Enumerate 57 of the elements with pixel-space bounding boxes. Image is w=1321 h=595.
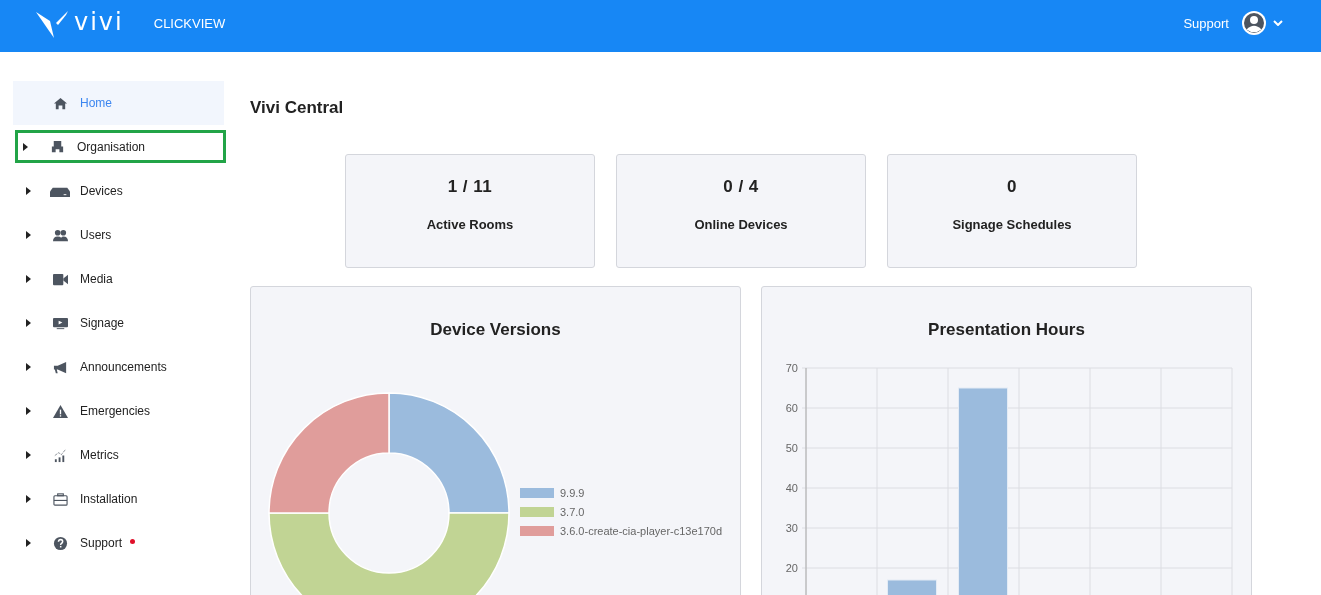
caret-icon[interactable]: [26, 187, 31, 195]
y-tick-label: 20: [785, 562, 798, 574]
legend-swatch: [520, 488, 554, 498]
chart-title: Presentation Hours: [927, 320, 1086, 340]
warning-icon: [52, 403, 68, 419]
caret-icon[interactable]: [26, 275, 31, 283]
legend-swatch: [520, 507, 554, 517]
toolbox-icon: [52, 491, 68, 507]
y-tick-label: 40: [785, 482, 798, 494]
help-icon: [52, 535, 68, 551]
caret-icon[interactable]: [26, 231, 31, 239]
chevron-down-icon[interactable]: [1273, 20, 1283, 26]
screen-icon: [52, 315, 68, 331]
stat-value: 0 / 4: [723, 177, 759, 197]
megaphone-icon: [52, 359, 68, 375]
legend-label: 3.7.0: [560, 506, 585, 518]
caret-icon[interactable]: [26, 363, 31, 371]
sidebar-item[interactable]: Media: [13, 257, 224, 301]
chart-title: Device Versions: [429, 320, 562, 340]
caret-icon[interactable]: [23, 142, 28, 151]
stat-label: Active Rooms: [426, 217, 514, 232]
caret-icon[interactable]: [26, 495, 31, 503]
y-tick-label: 50: [785, 442, 798, 454]
sidebar-item[interactable]: Installation: [13, 477, 224, 521]
users-icon: [52, 227, 68, 243]
sidebar-item[interactable]: Organisation: [15, 130, 226, 163]
sidebar-item[interactable]: Signage: [13, 301, 224, 345]
sidebar-item[interactable]: Support: [13, 521, 224, 565]
y-tick-label: 70: [785, 362, 798, 374]
support-link[interactable]: Support: [1183, 15, 1229, 31]
sidebar-item[interactable]: Announcements: [13, 345, 224, 389]
y-tick-label: 60: [785, 402, 798, 414]
building-icon: [49, 139, 65, 154]
caret-icon[interactable]: [26, 451, 31, 459]
y-tick-label: 30: [785, 522, 798, 534]
logo-icon: [36, 9, 70, 39]
sidebar-item[interactable]: Metrics: [13, 433, 224, 477]
caret-icon[interactable]: [26, 539, 31, 547]
stat-label: Signage Schedules: [952, 217, 1072, 232]
user-avatar-icon[interactable]: [1241, 10, 1267, 36]
stat-value: 0: [1007, 177, 1017, 197]
organisation-name: CLICKVIEW: [153, 15, 226, 31]
sidebar-item[interactable]: Users: [13, 213, 224, 257]
page-title: Vivi Central: [250, 98, 345, 118]
stat-value: 1 / 11: [447, 177, 493, 197]
sidebar-item[interactable]: Devices: [13, 169, 224, 213]
legend-swatch: [520, 526, 554, 536]
caret-icon[interactable]: [26, 407, 31, 415]
stat-label: Online Devices: [694, 217, 788, 232]
sidebar-item[interactable]: Emergencies: [13, 389, 224, 433]
video-camera-icon: [52, 271, 68, 287]
bar: [887, 579, 937, 595]
legend-label: 3.6.0-create-cia-player-c13e170d: [560, 525, 723, 537]
home-icon: [52, 95, 68, 111]
brand-logo-text: vivi: [74, 8, 124, 36]
legend-label: 9.9.9: [560, 487, 585, 499]
caret-icon[interactable]: [26, 319, 31, 327]
